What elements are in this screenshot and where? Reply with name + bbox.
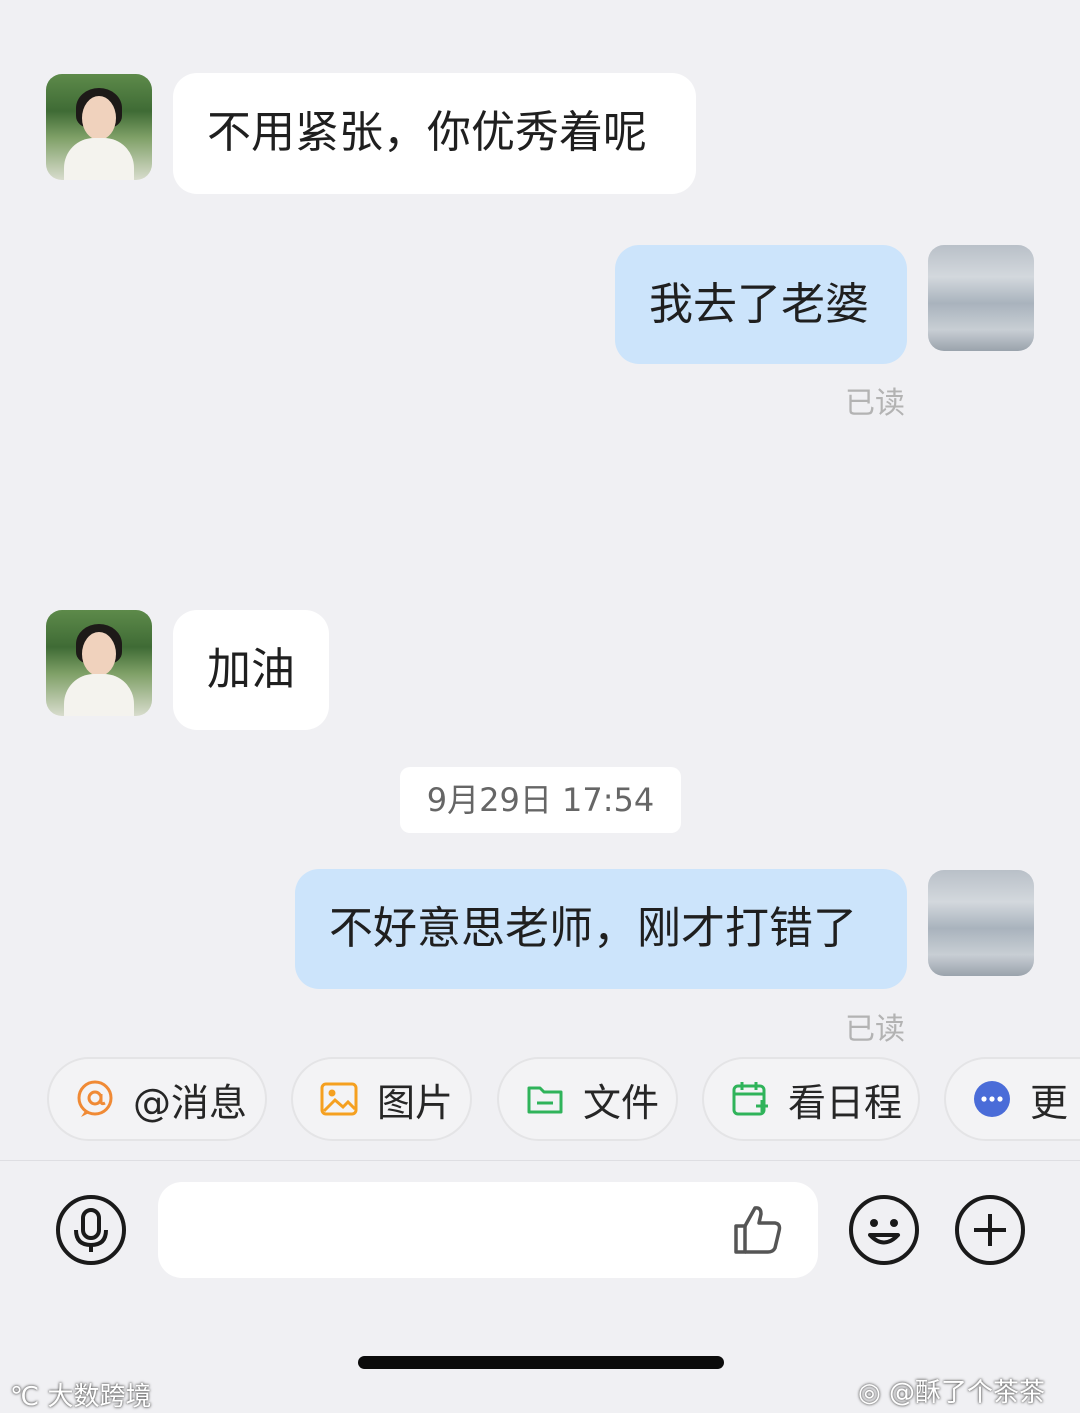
avatar-body [64, 138, 134, 180]
message-bubble-incoming[interactable]: 加油 [173, 610, 329, 730]
message-text: 不用紧张，你优秀着呢 [207, 107, 647, 158]
message-bubble-incoming[interactable]: 不用紧张，你优秀着呢 [173, 73, 696, 194]
chip-label: 文件 [583, 1080, 660, 1125]
chip-label: @消息 [133, 1080, 248, 1125]
watermark-left: ℃ 大数跨境 [10, 1376, 151, 1413]
read-receipt: 已读 [845, 386, 905, 421]
chip-label: 更 [1030, 1080, 1069, 1125]
message-text: 不好意思老师，刚才打错了 [329, 903, 857, 954]
message-input[interactable] [158, 1182, 818, 1278]
avatar-face [82, 632, 116, 676]
my-avatar[interactable] [928, 870, 1034, 976]
read-receipt: 已读 [845, 1012, 905, 1047]
voice-icon[interactable] [55, 1194, 127, 1266]
thumbs-up-icon[interactable] [730, 1202, 786, 1258]
quick-action-file[interactable]: 文件 [497, 1057, 678, 1141]
chip-label: 图片 [377, 1080, 454, 1125]
watermark-logo-icon: ℃ [10, 1382, 40, 1412]
quick-action-more[interactable]: 更 [944, 1057, 1080, 1141]
my-avatar[interactable] [928, 245, 1034, 351]
message-bubble-outgoing[interactable]: 不好意思老师，刚才打错了 [295, 869, 907, 989]
emoji-icon[interactable] [848, 1194, 920, 1266]
quick-action-calendar[interactable]: 看日程 [702, 1057, 920, 1141]
message-bubble-outgoing[interactable]: 我去了老婆 [615, 245, 907, 364]
calendar-icon [732, 1082, 768, 1116]
message-text: 我去了老婆 [649, 279, 869, 330]
avatar-body [64, 674, 134, 716]
watermark-left-text: 大数跨境 [47, 1382, 152, 1412]
quick-action-mention[interactable]: @消息 [47, 1057, 267, 1141]
quick-action-image[interactable]: 图片 [291, 1057, 472, 1141]
more-icon [974, 1081, 1010, 1117]
home-indicator[interactable] [358, 1356, 724, 1369]
image-icon [320, 1082, 358, 1116]
message-text: 加油 [207, 644, 295, 695]
contact-avatar[interactable] [46, 610, 152, 716]
watermark-right-text: @酥了个茶茶 [888, 1378, 1045, 1408]
at-icon [77, 1080, 113, 1117]
folder-icon [527, 1086, 563, 1114]
chip-label: 看日程 [788, 1080, 903, 1125]
watermark-right: ◎ @酥了个茶茶 [858, 1372, 1045, 1409]
input-divider [0, 1160, 1080, 1161]
avatar-face [82, 96, 116, 140]
quick-action-bar: @消息 图片 文件 看日程 更 [0, 1055, 1080, 1147]
weibo-icon: ◎ [858, 1378, 881, 1408]
contact-avatar[interactable] [46, 74, 152, 180]
add-icon[interactable] [954, 1194, 1026, 1266]
message-timestamp: 9月29日 17:54 [400, 767, 681, 833]
